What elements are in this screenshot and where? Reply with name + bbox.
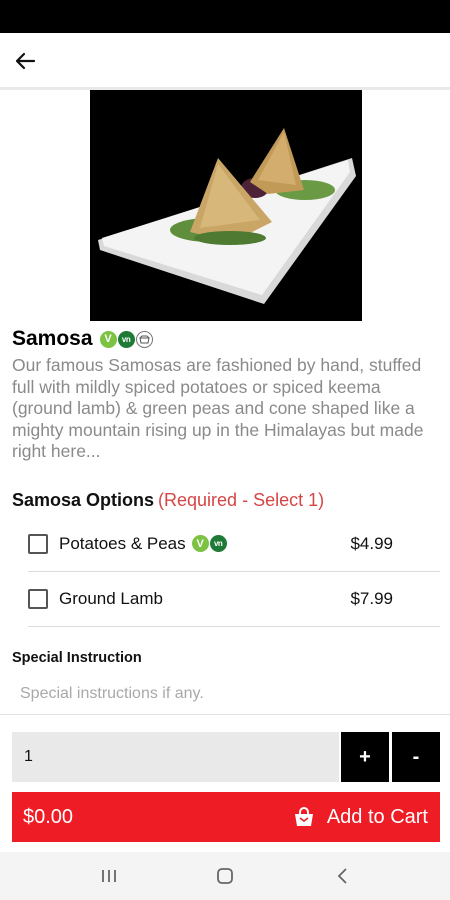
options-title: Samosa Options: [12, 490, 155, 510]
nav-back-button[interactable]: [328, 864, 358, 888]
divider: [0, 714, 450, 715]
chevron-left-icon: [337, 868, 347, 884]
product-title-row: Samosa V vn: [12, 326, 153, 352]
special-instruction-input[interactable]: [12, 678, 440, 710]
option-row-potatoes-peas[interactable]: Potatoes & Peas V vn $4.99: [28, 516, 440, 572]
option-name: Potatoes & Peas: [59, 533, 186, 553]
quantity-decrement-button[interactable]: -: [392, 732, 440, 782]
option-label: Potatoes & Peas V vn: [59, 534, 227, 554]
add-to-cart-button[interactable]: $0.00 Add to Cart: [12, 792, 440, 842]
product-title: Samosa: [12, 327, 93, 350]
recents-button[interactable]: [94, 864, 124, 888]
quantity-field[interactable]: 1: [12, 732, 339, 782]
product-image: [90, 90, 362, 321]
option-checkbox[interactable]: [28, 533, 48, 554]
vegan-icon: vn: [117, 330, 135, 348]
add-to-cart-label-group: Add to Cart: [293, 806, 428, 829]
option-price: $7.99: [350, 588, 393, 608]
option-price: $4.99: [350, 533, 393, 553]
recent-apps-icon: [102, 870, 116, 882]
home-button[interactable]: [210, 864, 240, 888]
vegan-icon: vn: [209, 535, 227, 552]
container-icon: [135, 330, 153, 348]
vegetarian-icon: V: [191, 535, 209, 552]
option-label: Ground Lamb: [59, 589, 163, 609]
vegetarian-icon: V: [99, 330, 117, 348]
app-bar: [0, 33, 450, 90]
back-button[interactable]: [10, 47, 42, 75]
option-checkbox[interactable]: [28, 588, 48, 609]
cart-total: $0.00: [23, 805, 74, 828]
options-requirement: (Required - Select 1): [158, 490, 325, 510]
option-row-ground-lamb[interactable]: Ground Lamb $7.99: [28, 571, 440, 627]
option-name: Ground Lamb: [59, 588, 163, 608]
home-icon: [217, 868, 233, 884]
add-to-cart-label: Add to Cart: [326, 805, 428, 828]
status-bar: [0, 0, 450, 33]
system-nav-bar: [0, 852, 450, 900]
arrow-left-icon: [15, 52, 36, 70]
options-heading: Samosa Options (Required - Select 1): [12, 490, 324, 511]
quantity-increment-button[interactable]: +: [341, 732, 389, 782]
product-description: Our famous Samosas are fashioned by hand…: [12, 355, 424, 461]
special-instruction-label: Special Instruction: [12, 650, 142, 666]
shopping-bag-icon: [294, 807, 313, 826]
